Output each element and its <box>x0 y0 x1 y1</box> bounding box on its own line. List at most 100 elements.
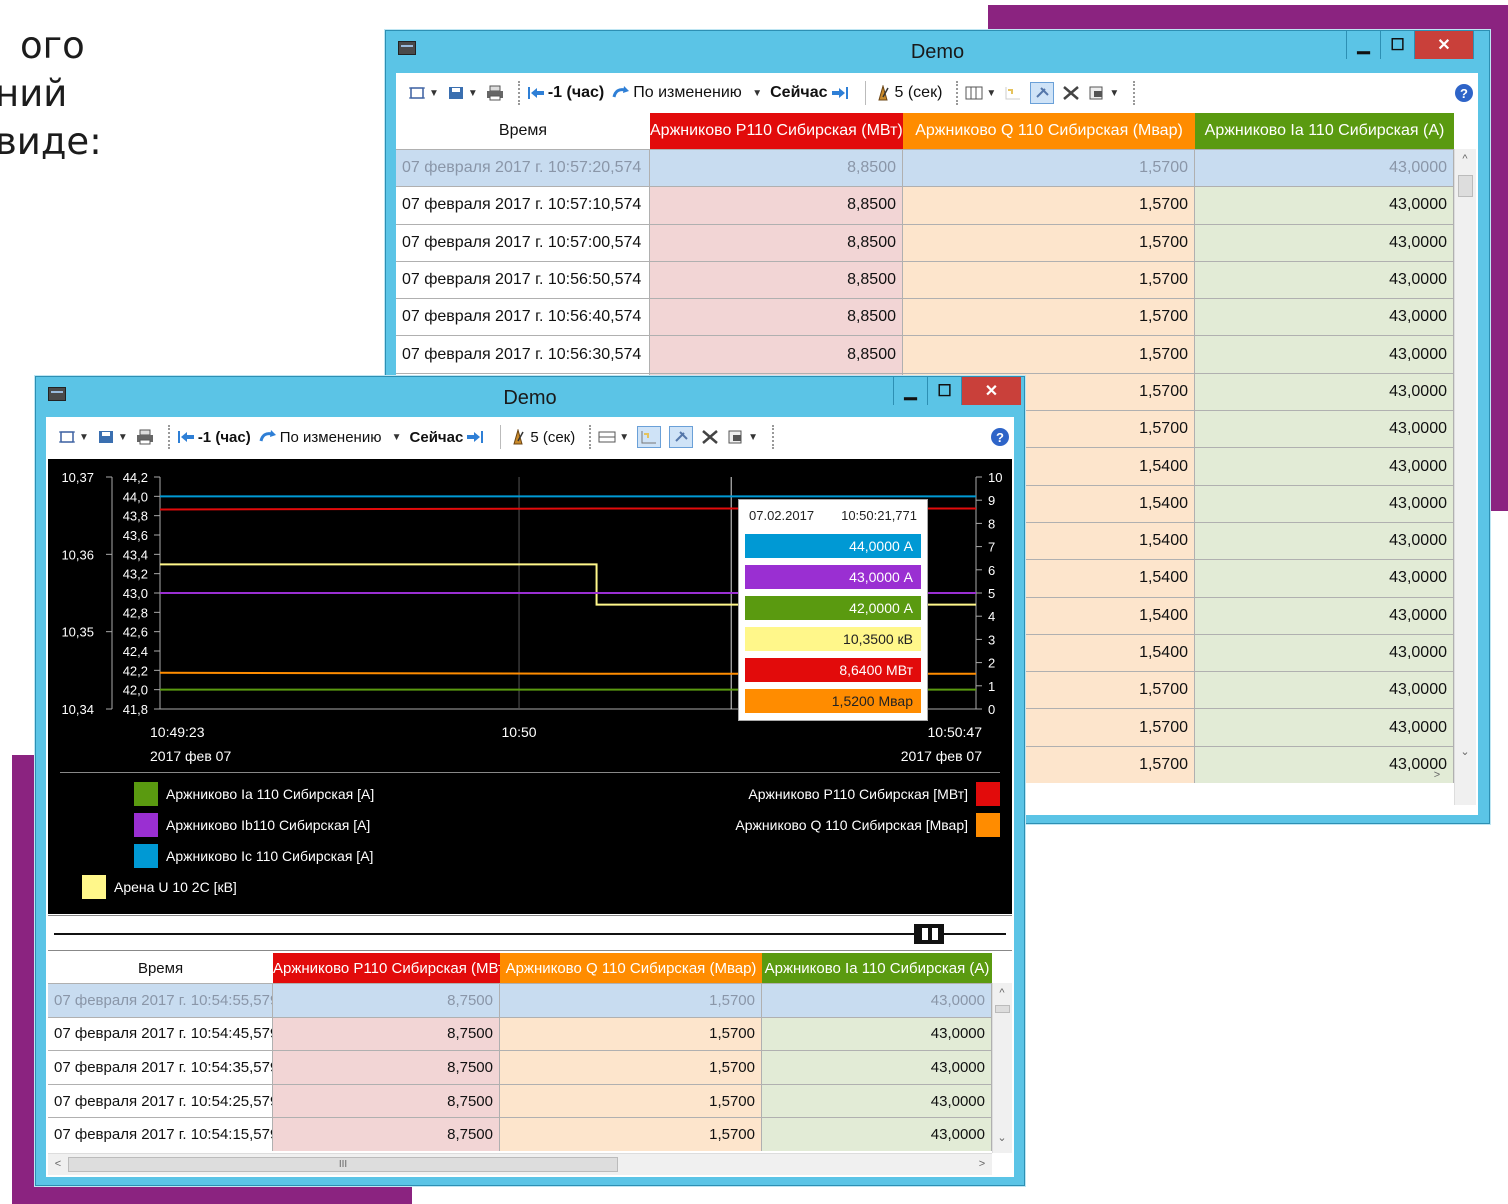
ia110-cell[interactable]: 43,0000 <box>762 1084 992 1118</box>
scroll-up-icon[interactable]: ^ <box>994 987 1010 999</box>
p110-cell[interactable]: 8,7500 <box>273 1051 500 1084</box>
q110-cell[interactable]: 1,5700 <box>500 1017 762 1051</box>
ia110-cell[interactable]: 43,0000 <box>1195 560 1454 597</box>
time-cell[interactable]: 07 февраля 2017 г. 10:56:40,574 <box>396 299 650 336</box>
save-button[interactable]: ▼ <box>447 85 478 101</box>
table-row[interactable]: 07 февраля 2017 г. 10:54:25,579 8,7500 1,5… <box>48 1083 992 1118</box>
maximize-button[interactable]: ☐ <box>927 377 961 405</box>
mode-dropdown[interactable]: По изменению ▼ <box>612 84 762 102</box>
column-header-p110[interactable]: Аржниково Р110 Сибирская (МВт) <box>273 953 500 983</box>
p110-cell[interactable]: 8,7500 <box>273 1017 500 1051</box>
ia110-cell[interactable]: 43,0000 <box>1195 150 1454 187</box>
time-cell[interactable]: 07 февраля 2017 г. 10:54:15,579 <box>48 1118 273 1151</box>
time-cell[interactable]: 07 февраля 2017 г. 10:54:25,579 <box>48 1084 273 1118</box>
close-button[interactable]: ✕ <box>961 377 1021 405</box>
back-one-hour-button[interactable]: -1 (час) <box>527 84 604 102</box>
column-header-ia110[interactable]: Аржниково Iа 110 Сибирская (А) <box>762 953 992 983</box>
time-cell[interactable]: 07 февраля 2017 г. 10:57:00,574 <box>396 224 650 261</box>
mode-dropdown[interactable]: По изменению ▼ <box>259 429 402 446</box>
vertical-scrollbar[interactable]: ^ ⌄ > <box>1434 149 1476 805</box>
toolbar-grip[interactable] <box>772 425 775 449</box>
pin-toggle-button[interactable] <box>1030 82 1055 104</box>
scroll-up-icon[interactable]: ^ <box>1457 153 1473 165</box>
print-button[interactable] <box>486 85 504 101</box>
interval-button[interactable]: 5 (сек) <box>509 429 575 446</box>
columns-button[interactable]: ▼ <box>965 85 996 101</box>
vertical-scrollbar[interactable]: ^ ⌄ <box>992 983 1012 1153</box>
pin-toggle-button[interactable] <box>669 426 694 448</box>
ia110-cell[interactable]: 43,0000 <box>1195 746 1454 784</box>
print-button[interactable] <box>136 429 154 445</box>
fit-view-button[interactable]: ▼ <box>408 85 439 101</box>
ia110-cell[interactable]: 43,0000 <box>1195 597 1454 634</box>
p110-cell[interactable]: 8,7500 <box>273 1118 500 1151</box>
maximize-button[interactable]: ☐ <box>1380 31 1414 59</box>
chevron-down-icon[interactable]: ▼ <box>429 88 439 99</box>
table-row[interactable]: 07 февраля 2017 г. 10:57:10,574 8,8500 1,5… <box>396 186 1454 224</box>
cursor-button[interactable] <box>1004 85 1022 101</box>
p110-cell[interactable]: 8,8500 <box>650 261 903 299</box>
q110-cell[interactable]: 1,5700 <box>903 336 1195 373</box>
ia110-cell[interactable]: 43,0000 <box>762 1017 992 1051</box>
legend-item[interactable]: Аржниково Iс 110 Сибирская [А] <box>134 844 373 868</box>
scroll-thumb[interactable] <box>995 1005 1010 1013</box>
table-row[interactable]: 07 февраля 2017 г. 10:56:50,574 8,8500 1,5… <box>396 260 1454 299</box>
q110-cell[interactable]: 1,5700 <box>903 299 1195 336</box>
toolbar-grip[interactable] <box>517 81 521 105</box>
close-button[interactable]: ✕ <box>1414 31 1474 59</box>
ia110-cell[interactable]: 43,0000 <box>1195 672 1454 709</box>
ia110-cell[interactable]: 43,0000 <box>1195 336 1454 373</box>
column-header-time[interactable]: Время <box>48 953 273 983</box>
table-row[interactable]: 07 февраля 2017 г. 10:54:15,579 8,7500 1,5… <box>48 1117 992 1151</box>
ia110-cell[interactable]: 43,0000 <box>1195 709 1454 746</box>
p110-cell[interactable]: 8,8500 <box>650 187 903 224</box>
column-header-q110[interactable]: Аржниково Q 110 Сибирская (Мвар) <box>903 113 1195 149</box>
export-button[interactable]: ▼ <box>1088 85 1119 101</box>
q110-cell[interactable]: 1,5700 <box>903 224 1195 261</box>
column-header-time[interactable]: Время <box>396 113 650 149</box>
p110-cell[interactable]: 8,8500 <box>650 224 903 261</box>
legend-item[interactable]: Арена U 10 2С [кВ] <box>82 875 237 899</box>
front-window-titlebar[interactable]: Demo ▁ ☐ ✕ <box>36 377 1024 413</box>
help-icon[interactable]: ? <box>1454 83 1474 103</box>
export-button[interactable]: ▼ <box>727 429 758 445</box>
ia110-cell[interactable]: 43,0000 <box>762 1051 992 1084</box>
q110-cell[interactable]: 1,5700 <box>500 1051 762 1084</box>
table-toggle-button[interactable]: ▼ <box>598 429 629 445</box>
chevron-down-icon[interactable]: ▼ <box>79 432 89 443</box>
now-button[interactable]: Сейчас <box>410 429 485 446</box>
legend-item[interactable]: Аржниково Р110 Сибирская [МВт] <box>748 782 1000 806</box>
time-cell[interactable]: 07 февраля 2017 г. 10:54:45,579 <box>48 1017 273 1051</box>
now-button[interactable]: Сейчас <box>770 84 848 102</box>
q110-cell[interactable]: 1,5700 <box>500 984 762 1017</box>
minimize-button[interactable]: ▁ <box>1346 31 1380 59</box>
chevron-down-icon[interactable]: ▼ <box>118 432 128 443</box>
q110-cell[interactable]: 1,5700 <box>903 150 1195 187</box>
p110-cell[interactable]: 8,8500 <box>650 299 903 336</box>
p110-cell[interactable]: 8,8500 <box>650 336 903 373</box>
ia110-cell[interactable]: 43,0000 <box>762 984 992 1017</box>
ia110-cell[interactable]: 43,0000 <box>1195 485 1454 522</box>
ia110-cell[interactable]: 43,0000 <box>1195 187 1454 224</box>
trend-chart[interactable]: 44,2 44,0 43,8 43,6 43,4 43,2 43,0 42,8 42,6 42,4… <box>48 459 1012 914</box>
fit-view-button[interactable]: ▼ <box>58 429 89 445</box>
table-row[interactable]: 07 февраля 2017 г. 10:57:00,574 8,8500 1,5… <box>396 223 1454 261</box>
scroll-down-icon[interactable]: ⌄ <box>1457 745 1473 758</box>
table-row[interactable]: 07 февраля 2017 г. 10:57:20,574 8,8500 1,5… <box>396 149 1454 187</box>
p110-cell[interactable]: 8,8500 <box>650 150 903 187</box>
ia110-cell[interactable]: 43,0000 <box>762 1118 992 1151</box>
toolbar-grip[interactable] <box>589 425 592 449</box>
p110-cell[interactable]: 8,7500 <box>273 984 500 1017</box>
slider-handle[interactable] <box>914 924 944 944</box>
time-cell[interactable]: 07 февраля 2017 г. 10:54:35,579 <box>48 1051 273 1084</box>
settings-button[interactable] <box>701 429 719 445</box>
settings-button[interactable] <box>1062 85 1080 101</box>
ia110-cell[interactable]: 43,0000 <box>1195 261 1454 299</box>
chevron-down-icon[interactable]: ▼ <box>468 88 478 99</box>
ia110-cell[interactable]: 43,0000 <box>1195 299 1454 336</box>
ia110-cell[interactable]: 43,0000 <box>1195 373 1454 411</box>
legend-item[interactable]: Аржниково Iа 110 Сибирская [А] <box>134 782 374 806</box>
minimize-button[interactable]: ▁ <box>893 377 927 405</box>
toolbar-grip[interactable] <box>167 425 171 449</box>
help-icon[interactable]: ? <box>990 427 1010 447</box>
